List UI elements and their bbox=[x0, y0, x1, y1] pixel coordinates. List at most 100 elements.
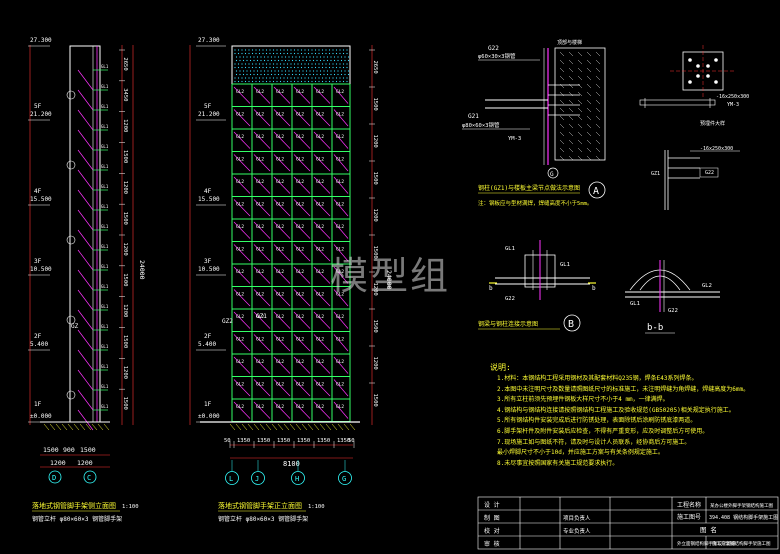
roof-hatch bbox=[314, 66, 317, 69]
roof-hatch bbox=[321, 52, 324, 55]
roof-hatch bbox=[274, 59, 276, 62]
roof-hatch bbox=[256, 73, 259, 76]
roof-hatch bbox=[281, 59, 283, 62]
roof-hatch bbox=[332, 77, 334, 79]
roof-hatch bbox=[241, 52, 243, 55]
roof-hatch bbox=[251, 49, 254, 51]
roof-hatch bbox=[311, 63, 313, 65]
roof-hatch bbox=[260, 56, 262, 58]
left-view-note: 钢管立杆 φ80×60×3 钢管脚手架 bbox=[32, 515, 122, 523]
roof-hatch bbox=[316, 56, 318, 58]
roof-hatch bbox=[337, 56, 339, 58]
roof-hatch bbox=[239, 70, 241, 72]
member-label: GL2 bbox=[276, 112, 284, 118]
roof-hatch bbox=[269, 66, 271, 69]
roof-hatch bbox=[267, 59, 269, 62]
roof-hatch bbox=[330, 59, 332, 62]
dimension-label: 1200 bbox=[122, 181, 128, 194]
roof-hatch bbox=[234, 63, 236, 65]
roof-hatch bbox=[311, 49, 313, 51]
dimension-label: 1500 bbox=[122, 212, 128, 225]
detail-a-title: 钢柱(GZ1)与楼板主梁节点做法示意图 bbox=[478, 184, 580, 192]
note-item: 6.脚手架杆件及附件安装后应检查，不得有严重变形，应及时调整后方可使用。 bbox=[497, 427, 709, 435]
roof-hatch bbox=[325, 63, 327, 65]
roof-hatch bbox=[239, 73, 241, 76]
roof-hatch bbox=[288, 59, 290, 62]
roof-hatch bbox=[246, 70, 248, 72]
roof-hatch bbox=[234, 77, 236, 79]
roof-hatch bbox=[251, 77, 254, 79]
elevation-label: 15.500 bbox=[198, 196, 220, 203]
dimension-label: 2650 bbox=[122, 57, 128, 70]
roof-hatch bbox=[260, 59, 262, 62]
anchor-bolt bbox=[714, 80, 718, 84]
member-label: GL1 bbox=[101, 124, 109, 129]
note-item: 7.现场施工如与图纸不符，请及时与设计人员联系，经协商后方可施工。 bbox=[497, 438, 691, 446]
roof-hatch bbox=[276, 49, 278, 51]
roof-hatch bbox=[253, 73, 255, 76]
roof-hatch bbox=[305, 70, 308, 72]
floor-label: 5F bbox=[204, 103, 212, 110]
roof-hatch bbox=[244, 80, 247, 83]
dimension-label: 1200 bbox=[372, 357, 378, 370]
detail-a-note: 注：钢板应与型材满焊，焊缝高度不小于5mm。 bbox=[478, 199, 592, 207]
roof-hatch bbox=[328, 63, 331, 65]
roof-hatch bbox=[253, 70, 255, 72]
roof-hatch bbox=[318, 52, 320, 55]
roof-hatch bbox=[326, 70, 329, 72]
roof-hatch bbox=[269, 52, 271, 55]
member-label: GL2 bbox=[336, 134, 344, 140]
member-label: GL2 bbox=[336, 224, 344, 230]
roof-hatch bbox=[244, 49, 247, 51]
roof-hatch bbox=[340, 70, 343, 72]
roof-hatch bbox=[283, 49, 285, 51]
anchor-bolt bbox=[706, 64, 710, 68]
roof-hatch bbox=[325, 66, 327, 69]
roof-hatch bbox=[321, 63, 324, 65]
floor-label: 4F bbox=[34, 188, 42, 195]
anchor-bolt bbox=[714, 58, 718, 62]
member-label: GL2 bbox=[296, 337, 304, 343]
project-label: 工程名称 bbox=[677, 501, 701, 509]
roof-hatch bbox=[307, 80, 310, 83]
roof-hatch bbox=[318, 49, 320, 51]
roof-hatch bbox=[344, 59, 346, 62]
member-label: GL2 bbox=[276, 337, 284, 343]
drawing-label: 施工图号 bbox=[677, 513, 701, 521]
elevation-label: 5.400 bbox=[198, 341, 216, 348]
roof-hatch bbox=[279, 80, 282, 83]
roof-hatch bbox=[256, 59, 259, 62]
member-label: GL2 bbox=[256, 179, 264, 185]
note-item: 3.所有立柱前须先预埋件钢板大样尺寸不小于4 mm，一律满焊。 bbox=[497, 396, 669, 404]
roof-hatch bbox=[300, 66, 303, 69]
member-label: GL2 bbox=[336, 382, 344, 388]
member-label: GL2 bbox=[296, 112, 304, 118]
roof-hatch bbox=[253, 56, 255, 58]
roof-hatch bbox=[248, 77, 250, 79]
roof-hatch bbox=[339, 49, 341, 51]
member-label: GL2 bbox=[236, 157, 244, 163]
roof-hatch bbox=[293, 80, 296, 83]
elevation-label: 21.200 bbox=[30, 111, 52, 118]
roof-hatch bbox=[333, 56, 336, 58]
roof-hatch bbox=[328, 52, 331, 55]
member-label: GL2 bbox=[236, 202, 244, 208]
member-label: GL2 bbox=[316, 337, 324, 343]
member-label: GL2 bbox=[236, 292, 244, 298]
roof-hatch bbox=[290, 63, 292, 65]
member-label: GL2 bbox=[236, 359, 244, 365]
left-total-height: 24000 bbox=[138, 260, 146, 280]
note-item: 最小焊脚尺寸不小于10d，并应施工方案与有关条例规定施工。 bbox=[497, 449, 664, 457]
roof-hatch bbox=[234, 49, 236, 51]
dimension-label: 1350 bbox=[257, 438, 270, 444]
roof-hatch bbox=[269, 77, 271, 79]
roof-hatch bbox=[262, 80, 264, 83]
roof-hatch bbox=[284, 73, 287, 76]
title-block-row: 设 计 bbox=[484, 501, 500, 509]
roof-hatch bbox=[312, 56, 315, 58]
roof-hatch bbox=[263, 56, 266, 58]
roof-hatch bbox=[251, 66, 254, 69]
title-block-row: 审 核 bbox=[484, 540, 500, 548]
roof-hatch bbox=[270, 59, 273, 62]
dimension-label: 1200 bbox=[372, 209, 378, 222]
